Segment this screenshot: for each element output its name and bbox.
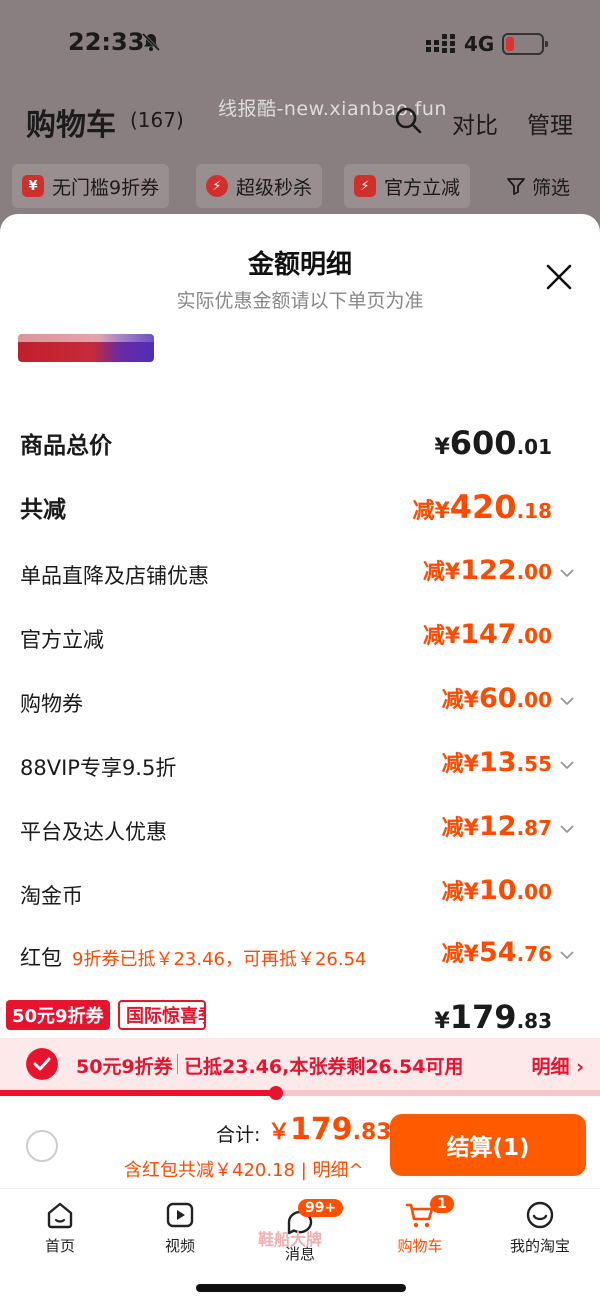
row-shopping-coupon[interactable]: 购物券 减¥60.00 <box>20 682 580 722</box>
row-value: 减¥60.00 <box>441 683 552 714</box>
promo-tag: 国际惊喜季 <box>118 1000 206 1030</box>
chevron-down-icon <box>560 569 574 578</box>
row-value: 减¥147.00 <box>422 619 552 650</box>
tab-label: 购物车 <box>397 1237 443 1255</box>
battery-icon <box>502 33 548 55</box>
checkout-bar: 合计: ￥179.83 含红包共减￥420.18 | 明细^ 结算(1) <box>0 1100 600 1188</box>
home-icon <box>47 1202 73 1229</box>
coupon-detail-link[interactable]: 明细 › <box>532 1052 584 1079</box>
sheet-title: 金额明细 <box>247 250 352 280</box>
row-label: 共减 <box>20 497 66 523</box>
red-packet-note: 9折券已抵￥23.46，可再抵￥26.54 <box>72 949 367 970</box>
status-time: 22:33 <box>68 28 145 56</box>
coupon-icon: ¥ <box>22 175 44 197</box>
row-value: 减¥420.18 <box>412 488 552 526</box>
row-platform-discount[interactable]: 平台及达人优惠 减¥12.87 <box>20 810 580 850</box>
row-88vip[interactable]: 88VIP专享9.5折 减¥13.55 <box>20 746 580 786</box>
row-value: 减¥54.76 <box>441 937 552 968</box>
profile-icon <box>526 1201 554 1229</box>
chevron-down-icon <box>560 697 574 706</box>
check-icon <box>26 1048 58 1080</box>
compare-button[interactable]: 对比 <box>452 106 498 140</box>
tab-cart[interactable]: 购物车 1 <box>360 1195 480 1256</box>
flash-icon: ⚡ <box>354 175 376 197</box>
network-type: 4G <box>464 32 495 56</box>
cart-count: (167) <box>130 108 184 132</box>
filter-chip-label: 官方立减 <box>384 176 461 199</box>
signal-icon <box>426 34 455 53</box>
row-label: 官方立减 <box>20 628 104 652</box>
row-label: 平台及达人优惠 <box>20 820 167 844</box>
row-value: ¥179.83 <box>434 998 552 1036</box>
coupon-bar[interactable]: 50元9折券 已抵23.46,本张券剩26.54可用 明细 › <box>0 1038 600 1090</box>
row-value: 减¥13.55 <box>441 747 552 778</box>
select-all-radio[interactable] <box>26 1130 58 1162</box>
row-taojinbi: 淘金币 减¥10.00 <box>20 874 580 914</box>
row-value: 减¥10.00 <box>441 875 552 906</box>
filter-icon <box>507 178 525 195</box>
sheet-subtitle: 实际优惠金额请以下单页为准 <box>176 290 424 312</box>
filter-chip-coupon[interactable]: ¥ 无门槛9折券 <box>12 164 170 208</box>
row-label: 商品总价 <box>20 433 112 459</box>
flash-icon: ⚡ <box>206 175 228 197</box>
close-icon[interactable] <box>544 262 574 292</box>
chevron-down-icon <box>560 761 574 770</box>
status-bar: 22:33 4G <box>0 0 600 90</box>
filter-button[interactable]: 筛选 <box>496 164 581 208</box>
row-total-reduction: 共减 减¥420.18 <box>20 488 580 528</box>
coupon-tag: 50元9折券 <box>6 1000 110 1030</box>
row-official-discount: 官方立减 减¥147.00 <box>20 618 580 658</box>
row-label: 单品直降及店铺优惠 <box>20 564 209 588</box>
promo-banner-image <box>18 334 154 362</box>
home-indicator <box>196 1284 406 1292</box>
checkout-button[interactable]: 结算(1) <box>390 1114 586 1176</box>
cart-badge: 1 <box>430 1195 454 1213</box>
coupon-info: 已抵23.46,本张券剩26.54可用 <box>184 1056 464 1078</box>
tab-label: 首页 <box>44 1237 75 1255</box>
tab-video[interactable]: 视频 <box>120 1199 240 1256</box>
filter-chip-official-discount[interactable]: ⚡ 官方立减 <box>344 164 471 208</box>
row-label: 淘金币 <box>20 884 83 908</box>
total-reduction-detail[interactable]: 含红包共减￥420.18 | 明细^ <box>124 1156 364 1182</box>
divider <box>177 1054 178 1074</box>
filter-chip-label: 无门槛9折券 <box>52 176 160 199</box>
tab-profile[interactable]: 我的淘宝 <box>480 1199 600 1256</box>
manage-button[interactable]: 管理 <box>527 106 573 140</box>
progress-fill <box>0 1090 276 1096</box>
filter-chip-flash-sale[interactable]: ⚡ 超级秒杀 <box>196 164 323 208</box>
search-icon[interactable] <box>394 106 422 134</box>
chevron-down-icon <box>560 951 574 960</box>
row-value: 减¥122.00 <box>422 555 552 586</box>
tab-label: 视频 <box>164 1237 195 1255</box>
row-label: 购物券 <box>20 692 83 716</box>
row-value: ¥600.01 <box>434 424 552 462</box>
message-badge: 99+ <box>298 1199 344 1217</box>
total-label: 合计: <box>216 1124 261 1146</box>
row-label: 88VIP专享9.5折 <box>20 756 177 780</box>
video-icon <box>166 1202 194 1228</box>
coupon-name: 50元9折券 <box>76 1056 173 1078</box>
row-label: 红包 9折券已抵￥23.46，可再抵￥26.54 <box>20 946 367 970</box>
chevron-down-icon <box>560 825 574 834</box>
filter-chip-label: 超级秒杀 <box>236 176 313 199</box>
row-value: 减¥12.87 <box>441 811 552 842</box>
bell-mute-icon <box>141 32 161 52</box>
coupon-progress-bar <box>0 1086 600 1100</box>
total-price: ￥179.83 <box>268 1112 392 1147</box>
tab-label: 我的淘宝 <box>509 1237 570 1255</box>
progress-knob <box>269 1086 283 1100</box>
page-title: 购物车 <box>26 108 116 143</box>
row-goods-total: 商品总价 ¥600.01 <box>20 424 580 464</box>
filter-label: 筛选 <box>532 176 571 199</box>
watermark-secondary: 鞋船大牌 <box>258 1230 323 1249</box>
row-store-discount[interactable]: 单品直降及店铺优惠 减¥122.00 <box>20 554 580 594</box>
row-red-packet[interactable]: 红包 9折券已抵￥23.46，可再抵￥26.54 减¥54.76 <box>20 936 580 976</box>
tab-home[interactable]: 首页 <box>0 1199 120 1256</box>
